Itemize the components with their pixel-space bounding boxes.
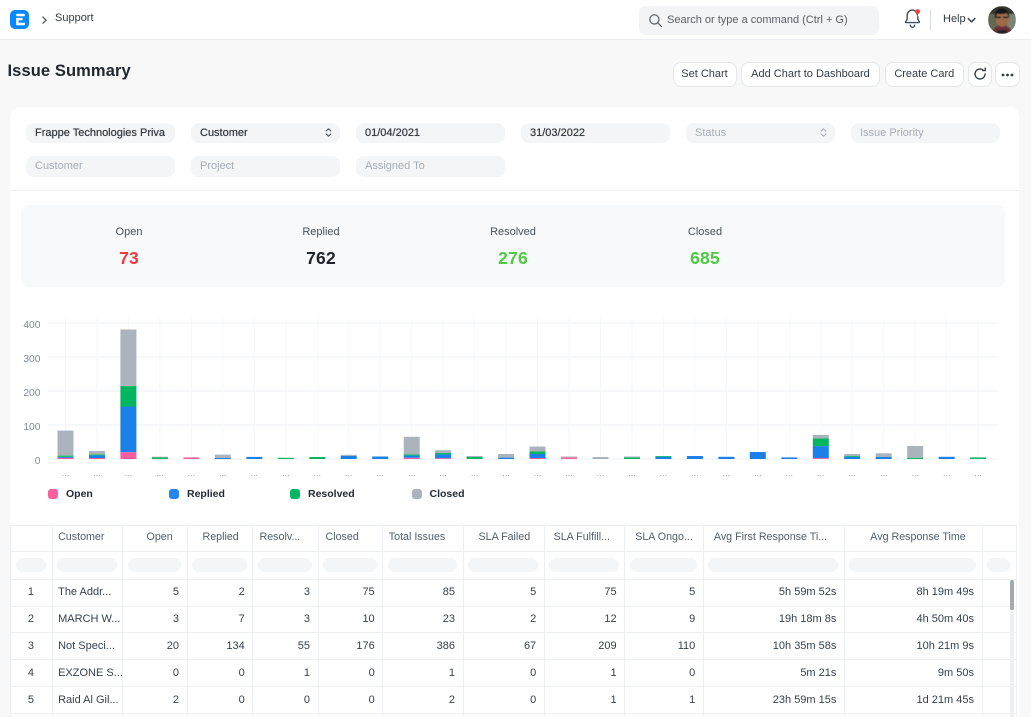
svg-text:...: ... [219,468,227,478]
svg-text:...: ... [754,468,762,478]
svg-text:...: ... [786,468,794,478]
svg-text:...: ... [408,468,416,478]
svg-text:...: ... [439,468,447,478]
svg-text:...: ... [848,468,856,478]
svg-text:...: ... [62,468,70,478]
svg-text:...: ... [156,468,164,478]
svg-text:...: ... [471,468,479,478]
svg-text:400: 400 [23,320,40,331]
svg-text:...: ... [345,468,353,478]
svg-text:...: ... [188,468,196,478]
svg-text:...: ... [911,468,919,478]
svg-text:200: 200 [23,388,40,399]
svg-text:...: ... [282,468,290,478]
svg-text:...: ... [628,468,636,478]
svg-text:...: ... [817,468,825,478]
svg-text:...: ... [93,468,101,478]
svg-text:...: ... [974,468,982,478]
svg-text:...: ... [376,468,384,478]
svg-text:...: ... [502,468,510,478]
svg-text:...: ... [723,468,731,478]
svg-text:0: 0 [35,456,41,467]
svg-text:...: ... [534,468,542,478]
svg-text:...: ... [125,468,133,478]
svg-text:...: ... [943,468,951,478]
svg-text:...: ... [251,468,259,478]
svg-text:100: 100 [23,422,40,433]
svg-text:...: ... [565,468,573,478]
svg-text:...: ... [660,468,668,478]
svg-text:...: ... [880,468,888,478]
svg-text:...: ... [691,468,699,478]
svg-text:...: ... [597,468,605,478]
svg-text:...: ... [314,468,322,478]
svg-text:300: 300 [23,354,40,365]
